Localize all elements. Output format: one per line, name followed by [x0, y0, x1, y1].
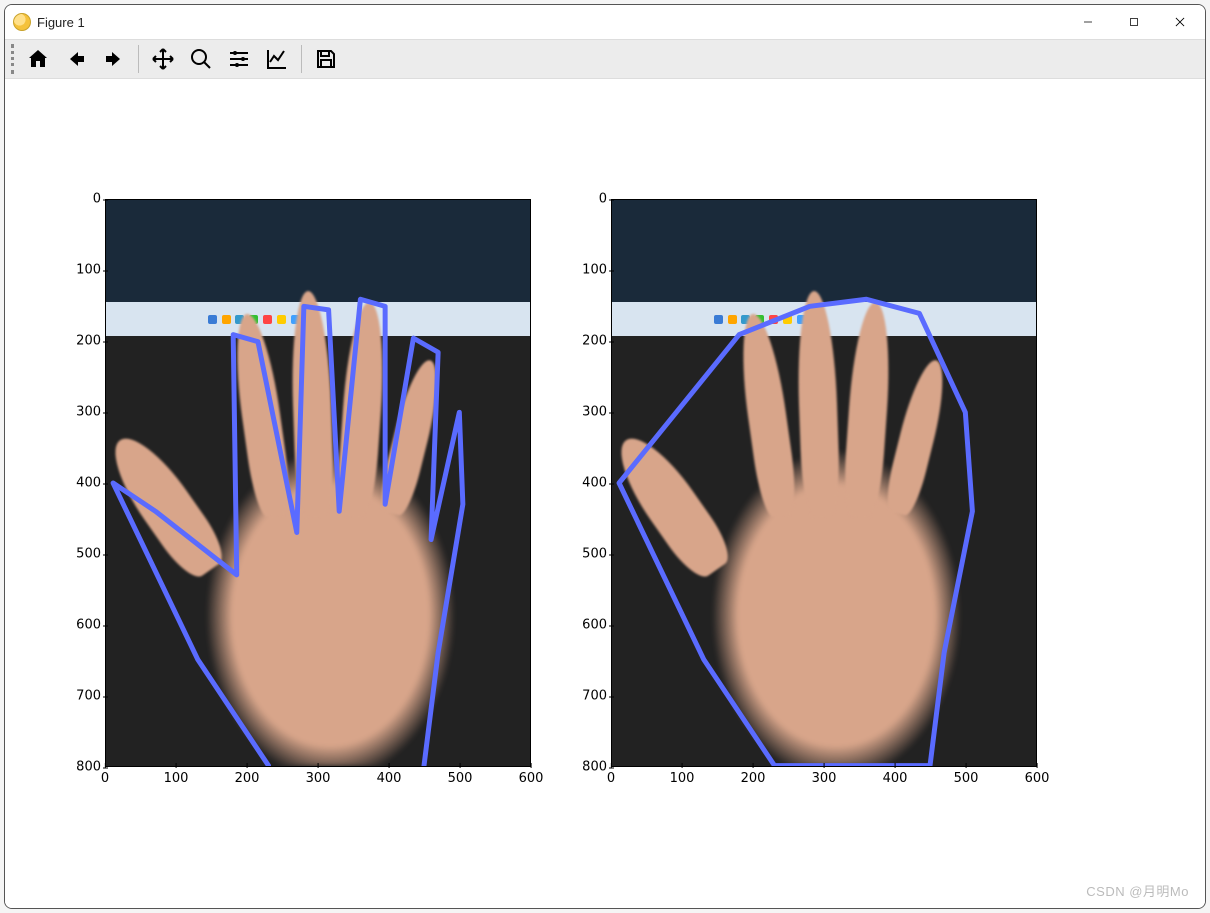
subplot-1: 0100200300400500600700800010020030040050…: [105, 199, 531, 767]
y-tick-label: 400: [563, 476, 607, 491]
zoom-button[interactable]: [183, 42, 219, 76]
x-tick-label: 200: [235, 771, 260, 786]
x-tick-label: 200: [741, 771, 766, 786]
x-ticks: 0100200300400500600: [105, 771, 531, 795]
figure-canvas[interactable]: 0100200300400500600700800010020030040050…: [5, 79, 1205, 908]
sliders-icon: [227, 47, 251, 71]
home-button[interactable]: [20, 42, 56, 76]
arrow-left-icon: [64, 47, 88, 71]
y-ticks: 0100200300400500600700800: [563, 199, 607, 767]
forward-button[interactable]: [96, 42, 132, 76]
matplotlib-app-icon: [13, 13, 31, 31]
move-icon: [151, 47, 175, 71]
x-tick-label: 0: [607, 771, 615, 786]
x-tick-label: 0: [101, 771, 109, 786]
y-tick-label: 600: [563, 618, 607, 633]
x-ticks: 0100200300400500600: [611, 771, 1037, 795]
save-icon: [314, 47, 338, 71]
back-button[interactable]: [58, 42, 94, 76]
window-title: Figure 1: [37, 15, 85, 30]
y-tick-label: 700: [563, 689, 607, 704]
y-tick-label: 800: [57, 760, 101, 775]
save-button[interactable]: [308, 42, 344, 76]
toolbar-separator: [138, 45, 139, 73]
y-ticks: 0100200300400500600700800: [57, 199, 101, 767]
x-tick-label: 100: [164, 771, 189, 786]
hand-photo: [106, 200, 530, 766]
y-tick-label: 200: [563, 334, 607, 349]
y-tick-label: 400: [57, 476, 101, 491]
x-tick-label: 400: [883, 771, 908, 786]
figure-window: Figure 1: [4, 4, 1206, 909]
x-tick-label: 300: [306, 771, 331, 786]
y-tick-label: 0: [57, 192, 101, 207]
edit-axis-button[interactable]: [259, 42, 295, 76]
x-tick-label: 300: [812, 771, 837, 786]
x-tick-label: 100: [670, 771, 695, 786]
y-tick-label: 100: [57, 263, 101, 278]
configure-subplots-button[interactable]: [221, 42, 257, 76]
pan-button[interactable]: [145, 42, 181, 76]
y-tick-label: 800: [563, 760, 607, 775]
y-tick-label: 100: [563, 263, 607, 278]
y-tick-label: 600: [57, 618, 101, 633]
close-button[interactable]: [1157, 6, 1203, 38]
y-tick-label: 0: [563, 192, 607, 207]
y-tick-label: 500: [57, 547, 101, 562]
y-tick-label: 300: [563, 405, 607, 420]
x-tick-label: 500: [954, 771, 979, 786]
magnifier-icon: [189, 47, 213, 71]
y-tick-label: 700: [57, 689, 101, 704]
y-tick-label: 500: [563, 547, 607, 562]
arrow-right-icon: [102, 47, 126, 71]
titlebar: Figure 1: [5, 5, 1205, 39]
x-tick-label: 400: [377, 771, 402, 786]
y-tick-label: 300: [57, 405, 101, 420]
x-tick-label: 600: [1025, 771, 1050, 786]
image-axes[interactable]: [105, 199, 531, 767]
matplotlib-toolbar: [5, 39, 1205, 79]
maximize-button[interactable]: [1111, 6, 1157, 38]
minimize-button[interactable]: [1065, 6, 1111, 38]
image-axes[interactable]: [611, 199, 1037, 767]
watermark-text: CSDN @月明Mo: [1086, 881, 1189, 900]
chart-line-icon: [265, 47, 289, 71]
toolbar-separator: [301, 45, 302, 73]
toolbar-grip: [11, 44, 14, 74]
hand-photo: [612, 200, 1036, 766]
x-tick-label: 500: [448, 771, 473, 786]
subplot-2: 0100200300400500600700800010020030040050…: [611, 199, 1037, 767]
y-tick-label: 200: [57, 334, 101, 349]
home-icon: [26, 47, 50, 71]
x-tick-label: 600: [519, 771, 544, 786]
